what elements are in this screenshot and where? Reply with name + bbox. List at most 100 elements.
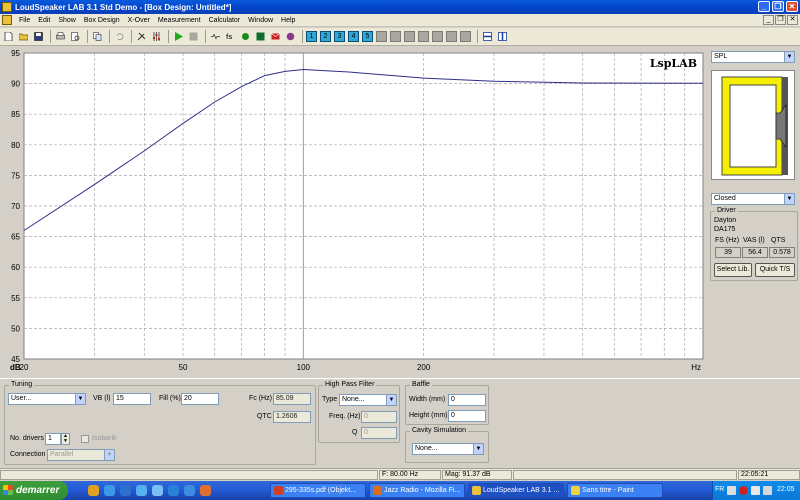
task-pdf[interactable]: 295-335s.pdf (Objekt... <box>270 483 366 498</box>
tools-button[interactable] <box>135 30 148 43</box>
closed-box-icon <box>721 76 788 176</box>
save-button[interactable] <box>32 30 45 43</box>
view-2-button[interactable]: 2 <box>320 31 331 42</box>
document-icon[interactable] <box>2 15 12 25</box>
fill-input[interactable]: 20 <box>181 393 219 405</box>
view-4-button[interactable]: 4 <box>348 31 359 42</box>
chevron-down-icon[interactable]: ▼ <box>75 394 85 404</box>
menu-measurement[interactable]: Measurement <box>154 17 205 24</box>
disabled-button[interactable] <box>418 31 429 42</box>
quicklaunch-icon[interactable] <box>168 485 179 496</box>
chevron-down-icon[interactable]: ▼ <box>386 395 396 405</box>
view-5-button[interactable]: 5 <box>362 31 373 42</box>
baffle-width-input[interactable]: 0 <box>448 394 486 406</box>
quicklaunch-icon[interactable] <box>152 485 163 496</box>
menu-help[interactable]: Help <box>277 17 299 24</box>
copy-button[interactable] <box>91 30 104 43</box>
baffle-height-input[interactable]: 0 <box>448 410 486 422</box>
maximize-button[interactable]: ❐ <box>772 1 784 12</box>
disabled-button[interactable] <box>446 31 457 42</box>
new-button[interactable] <box>2 30 15 43</box>
chevron-down-icon[interactable]: ▼ <box>784 194 794 204</box>
select-lib-button[interactable]: Select Lib. <box>714 263 752 277</box>
hp-freq-input[interactable]: 0 <box>361 411 397 423</box>
stop-button[interactable] <box>187 30 200 43</box>
quicklaunch-icon[interactable] <box>184 485 195 496</box>
high-pass-group: High Pass Filter Type None... ▼ Freq. (H… <box>318 381 400 443</box>
tray-icon[interactable] <box>727 486 736 495</box>
security-alert-icon[interactable] <box>739 486 748 495</box>
disabled-button[interactable] <box>390 31 401 42</box>
green-dot-button[interactable] <box>239 30 252 43</box>
disabled-button[interactable] <box>460 31 471 42</box>
doc-restore-button[interactable]: ❐ <box>775 15 786 25</box>
connection-select[interactable]: Parallel ▼ <box>47 449 115 461</box>
hp-type-label: Type <box>322 396 338 403</box>
chevron-down-icon[interactable]: ▼ <box>473 444 483 454</box>
open-button[interactable] <box>17 30 30 43</box>
language-indicator[interactable]: FR <box>715 486 724 493</box>
tile-vertical-button[interactable] <box>496 30 509 43</box>
close-button[interactable]: ✕ <box>786 1 798 12</box>
title-bar[interactable]: LoudSpeaker LAB 3.1 Std Demo - [Box Desi… <box>0 0 800 14</box>
minimize-button[interactable]: _ <box>758 1 770 12</box>
red-envelope-button[interactable] <box>269 30 282 43</box>
task-firefox[interactable]: Jazz Radio - Mozilla Fi... <box>369 483 465 498</box>
print-button[interactable] <box>54 30 67 43</box>
purple-button[interactable] <box>284 30 297 43</box>
chevron-down-icon[interactable]: ▼ <box>104 450 114 460</box>
component-button[interactable] <box>209 30 222 43</box>
undo-button[interactable] <box>113 30 126 43</box>
cavity-select[interactable]: None... ▼ <box>412 443 484 455</box>
quicklaunch-icon[interactable] <box>200 485 211 496</box>
menu-show[interactable]: Show <box>54 17 80 24</box>
driver-group: Driver Dayton DA175 FS (Hz) VAS (l) QTS … <box>710 207 798 281</box>
disabled-button[interactable] <box>404 31 415 42</box>
box-type-select[interactable]: Closed ▼ <box>711 193 795 205</box>
quick-ts-button[interactable]: Quick T/S <box>755 263 795 277</box>
view-1-button[interactable]: 1 <box>306 31 317 42</box>
spl-plot[interactable]: 45 50 55 60 65 70 75 80 85 90 95 20 50 100 200 dB Hz LspL… <box>0 47 707 377</box>
green-square-button[interactable] <box>254 30 267 43</box>
x-unit-label: Hz <box>691 363 701 372</box>
tile-horizontal-button[interactable] <box>481 30 494 43</box>
menu-edit[interactable]: Edit <box>34 17 54 24</box>
task-paint[interactable]: Sans titre - Paint <box>567 483 663 498</box>
isobarik-checkbox[interactable] <box>81 435 89 443</box>
disabled-button[interactable] <box>432 31 443 42</box>
hp-q-input[interactable]: 0 <box>361 427 397 439</box>
menu-x-over[interactable]: X-Over <box>124 17 154 24</box>
quicklaunch-icon[interactable] <box>120 485 131 496</box>
start-button[interactable]: demarrer <box>0 481 68 500</box>
firefox-icon <box>373 486 382 495</box>
sliders-button[interactable] <box>150 30 163 43</box>
fs-button[interactable]: fs <box>224 30 237 43</box>
drivers-input[interactable]: 1 <box>45 433 61 445</box>
driver-brand: Dayton <box>714 217 737 224</box>
folder-icon <box>19 33 28 41</box>
menu-calculator[interactable]: Calculator <box>205 17 245 24</box>
print-preview-button[interactable] <box>69 30 82 43</box>
hp-type-select[interactable]: None... ▼ <box>339 394 397 406</box>
menu-box-design[interactable]: Box Design <box>80 17 124 24</box>
chevron-down-icon[interactable]: ▼ <box>784 52 794 62</box>
y-tick-label: 55 <box>11 294 20 303</box>
disabled-button[interactable] <box>376 31 387 42</box>
view-3-button[interactable]: 3 <box>334 31 345 42</box>
network-icon[interactable] <box>763 486 772 495</box>
doc-close-button[interactable]: ✕ <box>787 15 798 25</box>
menu-window[interactable]: Window <box>244 17 277 24</box>
quicklaunch-icon[interactable] <box>136 485 147 496</box>
doc-minimize-button[interactable]: _ <box>763 15 774 25</box>
volume-icon[interactable] <box>751 486 760 495</box>
task-loudspeaker-lab[interactable]: LoudSpeaker LAB 3.1 ... <box>468 483 564 498</box>
vb-input[interactable]: 15 <box>113 393 151 405</box>
quicklaunch-icon[interactable] <box>104 485 115 496</box>
drivers-spinner[interactable]: ▲ ▼ <box>61 433 70 445</box>
quicklaunch-icon[interactable] <box>88 485 99 496</box>
tuning-preset-select[interactable]: User... ▼ <box>8 393 86 405</box>
menu-file[interactable]: File <box>15 17 34 24</box>
spl-chart[interactable]: 455055606570758085909520 50 100 200dB HzLspL… <box>0 47 707 377</box>
view-select[interactable]: SPL ▼ <box>711 51 795 63</box>
run-button[interactable] <box>172 30 185 43</box>
